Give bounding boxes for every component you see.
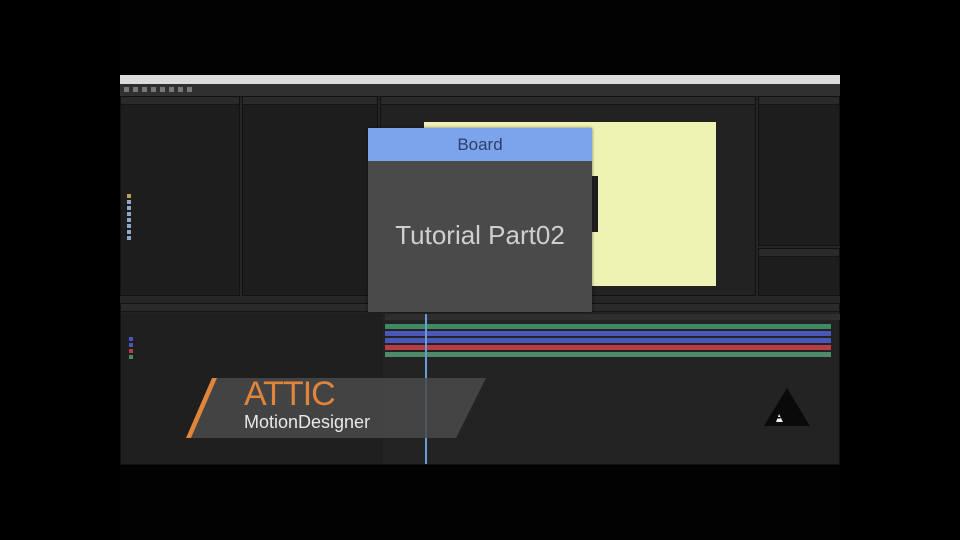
composition-icon bbox=[127, 235, 131, 240]
layer-rows bbox=[129, 328, 379, 359]
logo-brand: ATTIC bbox=[244, 375, 336, 413]
board-title: Tutorial Part02 bbox=[395, 220, 565, 250]
layer-bar[interactable] bbox=[385, 338, 831, 343]
time-ruler[interactable] bbox=[385, 314, 840, 320]
board-edge-shadow bbox=[592, 176, 598, 232]
info-panel-header[interactable] bbox=[759, 97, 839, 105]
layer-bar[interactable] bbox=[385, 324, 831, 329]
character-panel[interactable] bbox=[758, 248, 840, 296]
project-panel[interactable] bbox=[120, 96, 240, 296]
tool-icons[interactable] bbox=[124, 86, 224, 94]
layer-bar[interactable] bbox=[385, 345, 831, 350]
board-header: Board bbox=[368, 128, 592, 161]
info-panel[interactable] bbox=[758, 96, 840, 246]
logo-tagline: MotionDesigner bbox=[244, 412, 371, 432]
table-row[interactable] bbox=[129, 346, 379, 359]
project-item-list[interactable] bbox=[127, 185, 227, 240]
board-card: Board Tutorial Part02 bbox=[368, 128, 598, 312]
layer-bar[interactable] bbox=[385, 352, 831, 357]
character-panel-header[interactable] bbox=[759, 249, 839, 257]
effect-controls-panel[interactable] bbox=[242, 96, 378, 296]
menu-bar[interactable] bbox=[120, 75, 840, 84]
layer-bars bbox=[385, 324, 831, 364]
layer-color-icon bbox=[129, 354, 133, 359]
project-panel-header[interactable] bbox=[121, 97, 239, 105]
effect-controls-header[interactable] bbox=[243, 97, 377, 105]
list-item[interactable] bbox=[127, 227, 227, 240]
warning-triangle-icon bbox=[764, 388, 810, 426]
composition-viewer-header[interactable] bbox=[381, 97, 755, 105]
layer-bar[interactable] bbox=[385, 331, 831, 336]
